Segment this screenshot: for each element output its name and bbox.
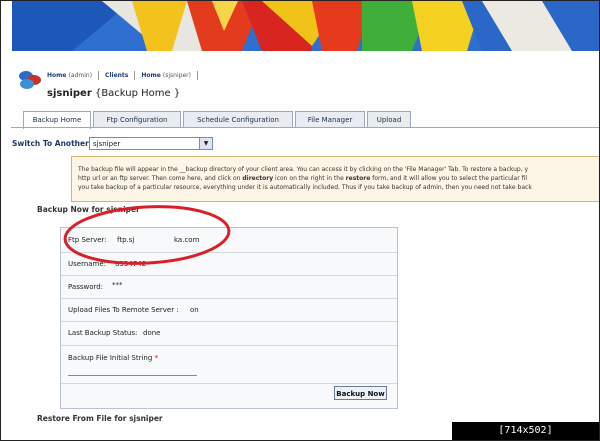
switch-label: Switch To Another [12,139,89,148]
nav-home-admin-sub: (admin) [68,72,93,79]
client-select-value: sjsniper [93,140,121,148]
required-mark: * [154,354,159,362]
info-line-2b: directory [242,175,274,182]
password-row: Password: *** [61,275,397,299]
initial-string-label: Backup File Initial String * [68,354,158,362]
initial-string-input[interactable] [68,365,197,376]
tab-upload[interactable]: Upload [367,111,411,128]
header-banner [12,1,599,51]
page-title-section: {Backup Home } [94,88,181,99]
tab-file-manager[interactable]: File Manager [295,111,365,128]
nav-separator [134,71,136,80]
tab-divider [11,127,599,128]
info-line-2c: icon on the right in the [273,175,346,182]
password-label: Password: [68,283,104,291]
initial-string-label-text: Backup File Initial String [68,354,153,362]
last-status-label: Last Backup Status: [68,329,138,337]
last-status-value: done [143,329,161,337]
nav-home-sjsniper[interactable]: Home (sjsniper) [141,72,191,79]
initial-string-row: Backup File Initial String * [61,345,397,384]
info-line-2e: form, and it will allow you to select th… [370,175,528,182]
info-line-2a: http url or an ftp server. Then come her… [78,175,243,182]
tab-schedule-configuration[interactable]: Schedule Configuration [183,111,293,128]
upload-label: Upload Files To Remote Server : [68,306,179,314]
page-title-user: sjsniper [47,88,92,99]
page-title: sjsniper {Backup Home } [47,88,180,99]
nav-separator [98,71,100,80]
backup-now-button[interactable]: Backup Now [334,386,387,400]
annotation-circle [63,205,231,265]
nav-separator [196,71,198,80]
info-line-1: The backup file will appear in the __bac… [78,166,529,173]
upload-row: Upload Files To Remote Server : on [61,298,397,322]
nav-home-admin-label: Home [47,72,67,79]
info-line-2: http url or an ftp server. Then come her… [78,174,599,183]
info-line-2d: restore [345,175,371,182]
nav-clients[interactable]: Clients [105,72,128,79]
app-logo-icon [19,71,41,89]
info-line-3: you take backup of a particular resource… [78,184,532,191]
image-credit: [714x502] http://upic.me/ [452,422,599,440]
nav-clients-label: Clients [105,72,129,79]
info-message: The backup file will appear in the __bac… [71,156,599,202]
nav-home-sjsniper-label: Home [141,72,161,79]
restore-heading: Restore From File for sjsniper [37,414,163,423]
chevron-down-icon[interactable]: ▼ [199,138,212,149]
tab-ftp-configuration[interactable]: Ftp Configuration [93,111,181,128]
top-navigation: Home (admin) Clients Home (sjsniper) [47,71,204,80]
nav-home-admin[interactable]: Home (admin) [47,72,92,79]
upload-value: on [190,306,199,314]
client-select[interactable]: sjsniper ▼ [89,137,213,150]
last-status-row: Last Backup Status: done [61,321,397,346]
nav-home-sjsniper-sub: (sjsniper) [162,72,191,79]
password-value: *** [112,281,123,289]
screenshot-frame: Home (admin) Clients Home (sjsniper) sjsni… [0,0,600,441]
